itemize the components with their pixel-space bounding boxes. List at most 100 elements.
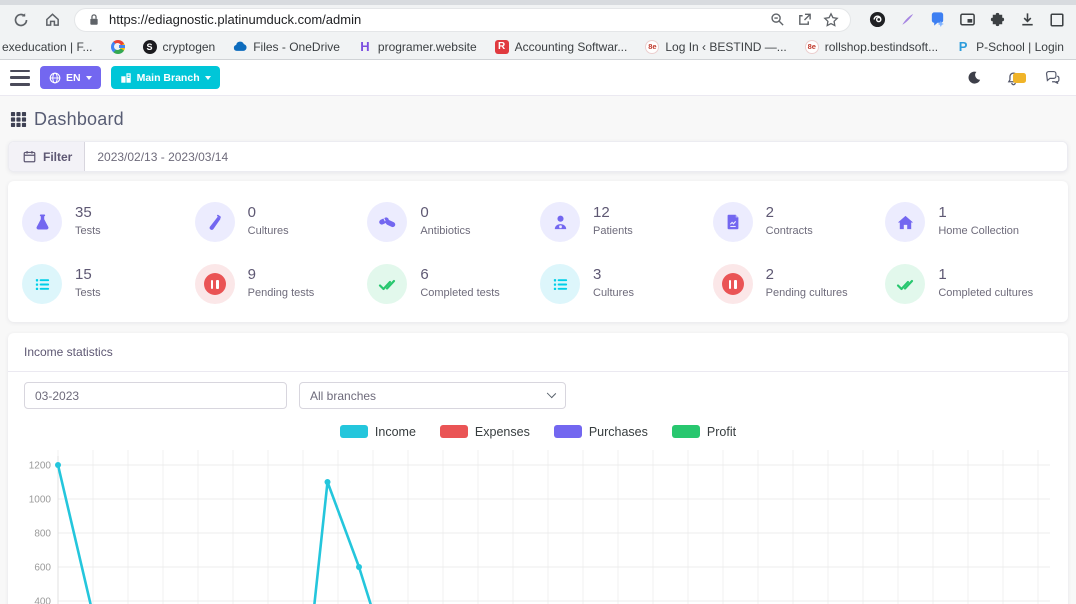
stat-antibiotics-total: 0Antibiotics xyxy=(367,202,540,242)
branch-select[interactable]: All branches xyxy=(299,382,566,409)
legend-swatch-expenses xyxy=(440,425,468,438)
branch-icon xyxy=(120,72,132,84)
bookmark-rollshop-bestindsoft[interactable]: 8e rollshop.bestindsoft... xyxy=(805,40,938,54)
capsules-icon xyxy=(367,202,407,242)
stat-label: Patients xyxy=(593,225,633,237)
stat-label: Home Collection xyxy=(938,225,1019,237)
legend-label: Income xyxy=(375,425,416,439)
chevron-down-icon xyxy=(547,389,556,398)
bookmarks-bar: exeducation | F... S cryptogen Files - O… xyxy=(0,34,1076,60)
stat-value: 15 xyxy=(75,266,101,283)
bookmark-accounting-software[interactable]: R Accounting Softwar... xyxy=(495,40,628,54)
stat-value: 0 xyxy=(420,204,470,221)
list-icon xyxy=(540,264,580,304)
google-favicon-icon xyxy=(111,40,125,54)
bookmark-pschool-login[interactable]: P P-School | Login xyxy=(956,40,1064,54)
bookmark-login-bestind[interactable]: 8e Log In ‹ BESTIND —... xyxy=(645,40,786,54)
stat-label: Cultures xyxy=(248,225,289,237)
branch-label: Main Branch xyxy=(137,72,200,84)
stat-label: Tests xyxy=(75,287,101,299)
stat-label: Tests xyxy=(75,225,101,237)
bookmark-label: Files - OneDrive xyxy=(253,40,340,54)
bookmark-programer-website[interactable]: H programer.website xyxy=(358,40,477,54)
browser-toolbar: https://ediagnostic.platinumduck.com/adm… xyxy=(0,5,1076,34)
y-axis-tick-label: 400 xyxy=(34,597,51,604)
legend-purchases[interactable]: Purchases xyxy=(554,425,648,439)
extensions-puzzle-icon[interactable] xyxy=(988,11,1006,29)
legend-label: Purchases xyxy=(589,425,648,439)
flask-icon xyxy=(22,202,62,242)
bookmark-label: exeducation | F... xyxy=(2,40,93,54)
income-title: Income statistics xyxy=(24,345,113,359)
bookmark-onedrive[interactable]: Files - OneDrive xyxy=(233,40,340,54)
legend-income[interactable]: Income xyxy=(340,425,416,439)
app-header: EN Main Branch xyxy=(0,60,1076,96)
side-panel-icon[interactable] xyxy=(1048,11,1066,29)
data-point-marker xyxy=(356,564,362,570)
zoom-icon[interactable] xyxy=(768,11,786,29)
bookmark-google[interactable] xyxy=(111,40,125,54)
legend-profit[interactable]: Profit xyxy=(672,425,736,439)
bookmark-exeducation[interactable]: exeducation | F... xyxy=(2,40,93,54)
branch-button[interactable]: Main Branch xyxy=(111,66,220,89)
home-icon xyxy=(885,202,925,242)
stat-value: 35 xyxy=(75,204,101,221)
legend-swatch-profit xyxy=(672,425,700,438)
filter-label: Filter xyxy=(43,150,72,164)
dark-mode-moon-icon[interactable] xyxy=(964,68,984,88)
page-title: Dashboard xyxy=(34,109,124,130)
reload-icon[interactable] xyxy=(12,11,30,29)
globe-icon xyxy=(49,72,61,84)
language-button[interactable]: EN xyxy=(40,66,101,89)
address-bar[interactable]: https://ediagnostic.platinumduck.com/adm… xyxy=(74,8,851,32)
y-axis-tick-label: 1200 xyxy=(29,461,52,472)
bookmark-label: programer.website xyxy=(378,40,477,54)
bestind-favicon-icon: 8e xyxy=(805,40,819,54)
list-icon xyxy=(22,264,62,304)
programer-favicon-icon: H xyxy=(358,40,372,54)
stat-contracts: 2Contracts xyxy=(713,202,886,242)
stat-completed-cultures: 1Completed cultures xyxy=(885,264,1058,304)
home-icon[interactable] xyxy=(43,11,61,29)
chart-legend: Income Expenses Purchases Profit xyxy=(24,424,1052,439)
stat-tests-total: 35 Tests xyxy=(22,202,195,242)
bookmark-cryptogen[interactable]: S cryptogen xyxy=(143,40,216,54)
extension-loop-icon[interactable] xyxy=(868,11,886,29)
income-card-header: Income statistics xyxy=(8,333,1068,372)
date-range-input[interactable] xyxy=(85,142,1067,171)
stat-value: 12 xyxy=(593,204,633,221)
share-icon[interactable] xyxy=(795,11,813,29)
month-input[interactable] xyxy=(24,382,287,409)
y-axis-tick-label: 600 xyxy=(34,563,51,574)
stat-label: Cultures xyxy=(593,287,634,299)
stat-cultures-total: 0Cultures xyxy=(195,202,368,242)
income-controls: All branches xyxy=(24,382,1052,409)
test-tube-icon xyxy=(195,202,235,242)
picture-in-picture-icon[interactable] xyxy=(958,11,976,29)
chat-icon[interactable] xyxy=(1042,68,1062,88)
income-card-body: All branches Income Expenses Purchases xyxy=(8,372,1068,604)
extension-pen-icon[interactable] xyxy=(898,11,916,29)
downloads-icon[interactable] xyxy=(1018,11,1036,29)
bookmark-star-icon[interactable] xyxy=(822,11,840,29)
y-axis-tick-label: 1000 xyxy=(29,495,52,506)
cryptogen-favicon-icon: S xyxy=(143,40,157,54)
stat-pending-cultures: 2Pending cultures xyxy=(713,264,886,304)
stat-completed-tests: 6Completed tests xyxy=(367,264,540,304)
extension-copilot-icon[interactable] xyxy=(928,11,946,29)
stats-card: 35Tests 0Cultures 0Antibiotics 12Patient… xyxy=(8,181,1068,322)
url-text[interactable]: https://ediagnostic.platinumduck.com/adm… xyxy=(109,12,759,27)
stat-label: Contracts xyxy=(766,225,813,237)
menu-hamburger-icon[interactable] xyxy=(10,70,30,86)
bookmark-label: Accounting Softwar... xyxy=(515,40,628,54)
income-chart: 12001000800600400 xyxy=(24,444,1052,604)
stat-value: 2 xyxy=(766,266,848,283)
stat-value: 1 xyxy=(938,204,1019,221)
accounting-favicon-icon: R xyxy=(495,40,509,54)
language-label: EN xyxy=(66,72,81,84)
dashboard-page: Dashboard Filter 35Tests 0Cultures xyxy=(0,96,1076,604)
double-check-icon xyxy=(367,264,407,304)
pause-icon xyxy=(713,264,753,304)
legend-expenses[interactable]: Expenses xyxy=(440,425,530,439)
notifications-bell-icon[interactable] xyxy=(1003,68,1023,88)
